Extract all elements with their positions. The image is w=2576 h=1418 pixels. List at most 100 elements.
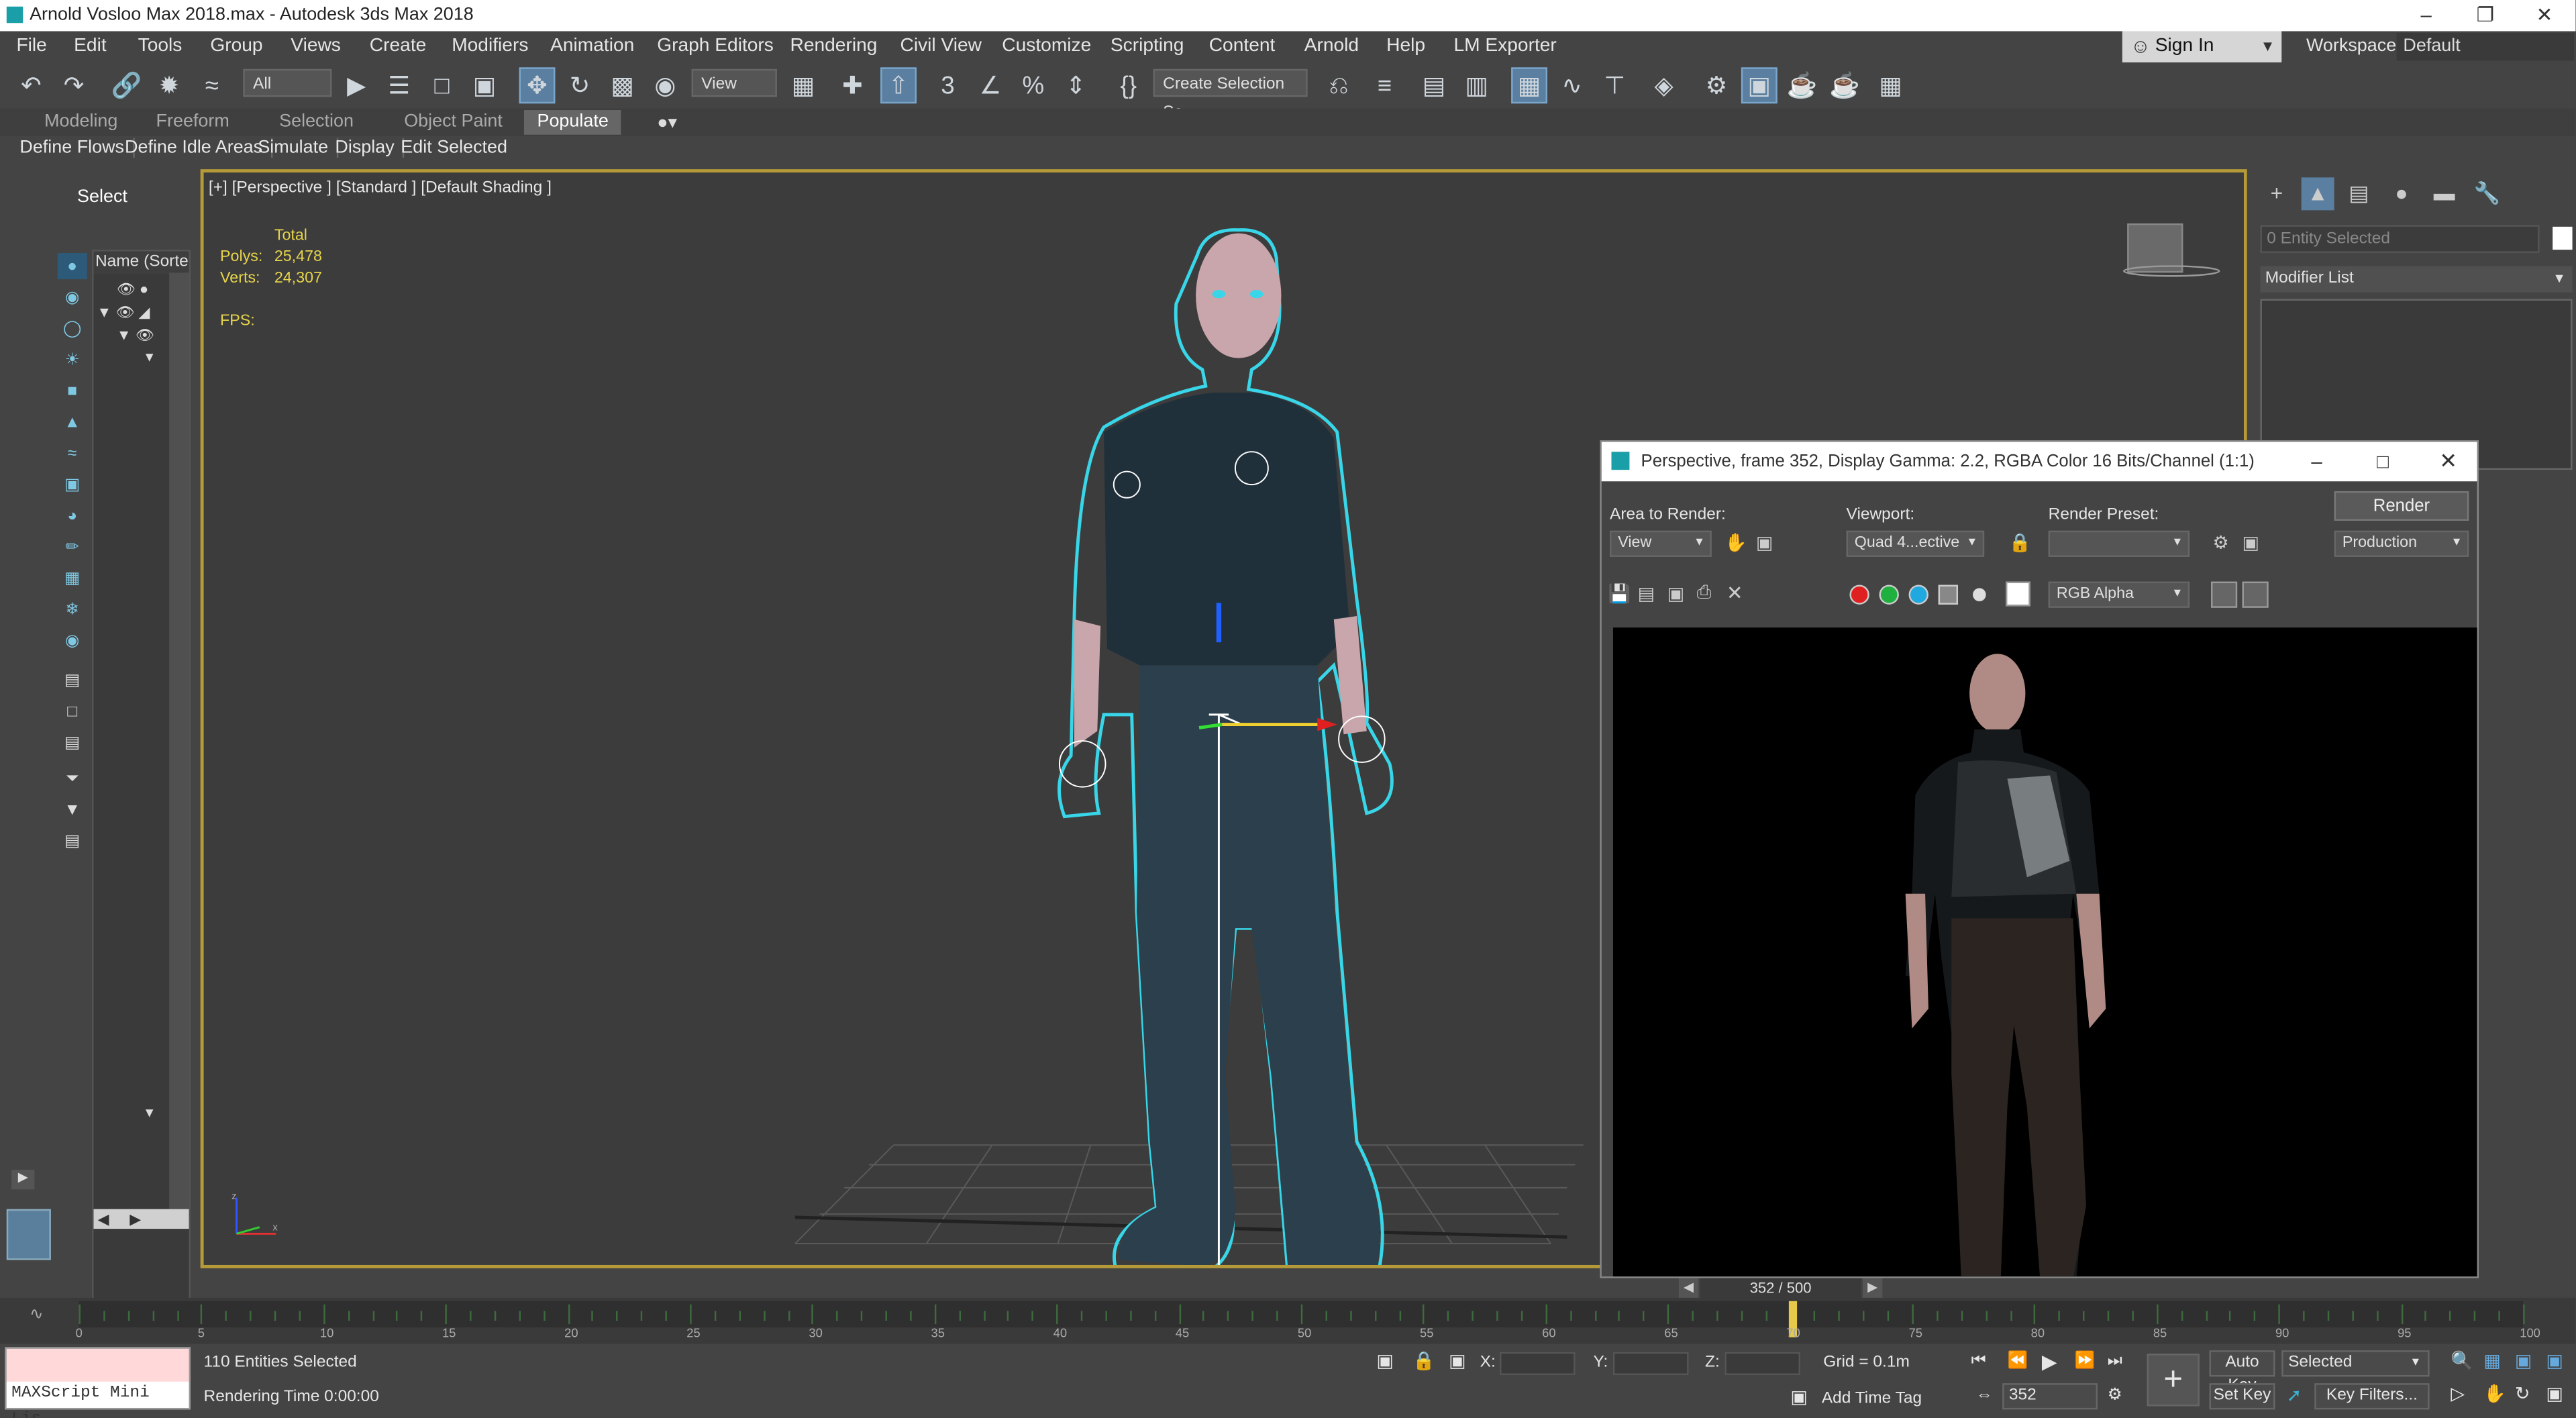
spinner-snap-icon[interactable]: ⇕ [1058,67,1094,103]
viewport-label[interactable]: [+] [Perspective ] [Standard ] [Default … [209,179,552,197]
tab-object-paint[interactable]: Object Paint [404,111,503,131]
render-in-cloud-icon[interactable]: ▦ [1873,67,1909,103]
character-model[interactable] [1041,221,1436,1268]
create-tab-icon[interactable]: + [2260,177,2293,210]
minimize-icon[interactable]: – [2402,0,2451,32]
select-manipulate-icon[interactable]: ✚ [835,67,871,103]
mirror-icon[interactable]: ⎌ [1321,67,1357,103]
zoom-extents-all-icon[interactable]: ▣ [2546,1350,2563,1372]
prev-frame-icon[interactable]: ◀ [1678,1278,1699,1298]
z-coordinate-field[interactable] [1724,1352,1801,1375]
menu-rendering[interactable]: Rendering [790,36,877,56]
menu-tools[interactable]: Tools [138,36,183,56]
display-hidden-icon[interactable]: ◉ [58,627,87,654]
clear-icon[interactable]: ✕ [1727,582,1743,605]
blue-channel-icon[interactable] [1908,585,1928,605]
rotate-icon[interactable]: ↻ [562,67,598,103]
workspaces-dropdown[interactable]: Default [2396,32,2575,61]
time-tag-icon[interactable]: ▣ [1790,1386,1807,1408]
edit-selected-button[interactable]: Edit Selected [401,138,515,158]
display-cameras-icon[interactable]: ■ [58,378,87,404]
keyboard-shortcut-override-icon[interactable]: ⇧ [880,67,917,104]
absolute-mode-icon[interactable]: ▣ [1449,1350,1465,1372]
frame-navigator[interactable]: ◀ 352 / 500 ▶ [1678,1278,1883,1298]
print-icon[interactable]: ⎙ [1697,583,1712,605]
field-of-view-icon[interactable]: ▷ [2451,1383,2465,1405]
scene-tree-scrollbar[interactable] [169,272,189,1209]
curve-editor-mini-icon[interactable]: ∿ [30,1306,44,1324]
render-preset-dropdown[interactable]: ▼ [2048,530,2190,557]
menu-views[interactable]: Views [291,36,341,56]
motion-tab-icon[interactable]: ● [2385,177,2418,210]
alpha-channel-icon[interactable] [1938,585,1959,605]
menu-graph-editors[interactable]: Graph Editors [657,36,774,56]
key-filters-button[interactable]: Key Filters... [2314,1383,2430,1410]
x-coordinate-field[interactable] [1500,1352,1576,1375]
lock-icon[interactable]: 🔒 [2009,532,2032,554]
next-frame-icon[interactable]: ▶ [1863,1278,1883,1298]
key-selection-dropdown[interactable]: Selected ▼ [2281,1350,2430,1377]
selection-lock-icon[interactable]: 🔒 [1412,1350,1435,1372]
select-object-icon[interactable]: ▶ [338,67,374,103]
menu-file[interactable]: File [16,36,46,56]
frame-buffer-icon[interactable] [2242,581,2269,608]
monochrome-icon[interactable] [1973,588,1986,601]
define-flows-button[interactable]: Define Flows [19,138,134,158]
add-time-tag[interactable]: Add Time Tag [1822,1390,1922,1408]
menu-edit[interactable]: Edit [74,36,107,56]
sign-in-button[interactable]: ☺ Sign In ▼ [2122,31,2282,63]
green-channel-icon[interactable] [1879,585,1899,605]
tree-row[interactable]: ▼ 👁 ◢ [97,304,150,322]
modifier-list-dropdown[interactable]: Modifier List ▼ [2260,266,2573,293]
toggle-ribbon-icon[interactable]: ▦ [1511,67,1548,104]
scene-tree-hscrollbar[interactable]: ◀ ▶ [93,1209,189,1229]
display-frozen-icon[interactable]: ❄ [58,597,87,623]
menu-civil-view[interactable]: Civil View [900,36,982,56]
production-dropdown[interactable]: Production ▼ [2334,530,2469,557]
auto-region-icon[interactable]: ▣ [1756,532,1773,554]
auto-key-button[interactable]: Auto Key [2209,1350,2275,1395]
isolate-selection-icon[interactable]: ▣ [1376,1350,1393,1372]
zoom-icon[interactable]: 🔍 [2451,1350,2473,1372]
display-tab-icon[interactable]: ▬ [2428,177,2461,210]
selection-filter-dropdown[interactable]: All [243,68,332,97]
utilities-tab-icon[interactable]: 🔧 [2471,177,2504,210]
scale-icon[interactable]: ▩ [605,67,641,103]
display-helpers-icon[interactable]: ▲ [58,409,87,436]
y-coordinate-field[interactable] [1612,1352,1689,1375]
pivot-center-icon[interactable]: ▦ [785,67,821,103]
toggle-layer-explorer-icon[interactable]: ▥ [1459,67,1495,103]
pan-icon[interactable]: ✋ [2483,1383,2506,1405]
funnel-icon[interactable]: ▼ [58,797,87,823]
modify-tab-icon[interactable]: ▲ [2301,177,2334,211]
render-setup-icon[interactable]: ⚙ [1698,67,1735,103]
environment-icon[interactable]: ▣ [2243,532,2259,554]
menu-content[interactable]: Content [1209,36,1276,56]
undo-icon[interactable]: ↶ [13,67,50,103]
set-key-button[interactable]: Set Key [2209,1383,2275,1410]
placement-icon[interactable]: ◉ [648,67,684,103]
select-menu[interactable]: Select [77,187,127,207]
percent-snap-icon[interactable]: % [1015,67,1051,103]
hierarchy-tab-icon[interactable]: ▤ [2342,177,2375,210]
render-button[interactable]: Render [2334,491,2469,521]
snaps-toggle-icon[interactable]: 3 [930,67,966,103]
display-toggle-icon[interactable] [2211,581,2238,608]
bind-spacewarp-icon[interactable]: ≈ [194,67,230,103]
play-icon[interactable]: ▶ [2042,1350,2057,1373]
display-xrefs-icon[interactable]: ◕ [58,503,87,529]
display-shapes-icon[interactable]: ◯ [58,315,87,342]
rendered-frame-window-icon[interactable]: ▣ [1741,67,1778,104]
move-icon[interactable]: ✥ [519,67,556,104]
orbit-icon[interactable]: ↻ [2515,1383,2530,1405]
align-icon[interactable]: ≡ [1367,67,1403,103]
zoom-all-icon[interactable]: ▦ [2483,1350,2500,1372]
edit-named-selection-icon[interactable]: {} [1111,67,1147,103]
clone-window-icon[interactable]: ▣ [1667,583,1684,604]
viewport-dropdown[interactable]: Quad 4...ective ▼ [1846,530,1985,557]
schematic-view-icon[interactable]: ⊤ [1596,67,1633,103]
tab-modeling[interactable]: Modeling [44,111,117,131]
menu-animation[interactable]: Animation [550,36,634,56]
next-frame-icon[interactable]: ⏩ [2075,1352,2095,1370]
maxscript-listener[interactable]: MAXScript Mini Lis [5,1347,191,1418]
